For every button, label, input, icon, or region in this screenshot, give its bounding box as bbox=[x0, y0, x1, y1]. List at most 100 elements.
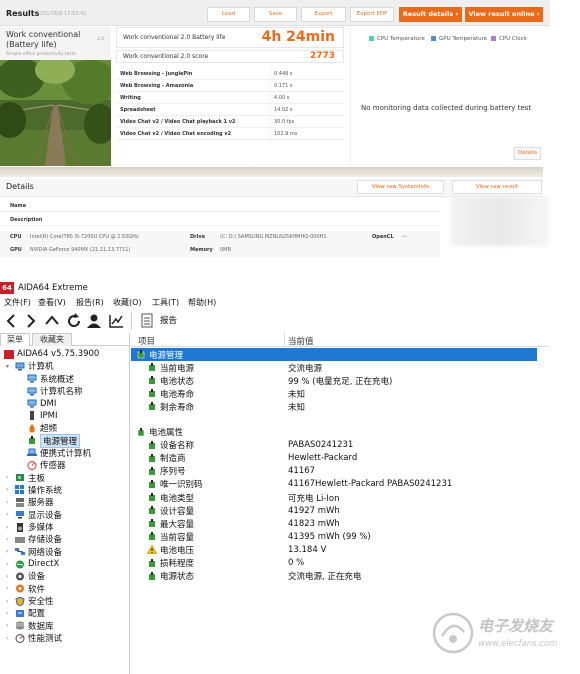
chevron-right-icon[interactable]: › bbox=[6, 635, 15, 642]
tree-item[interactable]: › 安全性 bbox=[6, 595, 54, 607]
tree-item[interactable]: 传感器 bbox=[27, 459, 66, 471]
detail-row[interactable]: 电池状态 99 % (电量充足, 正在充电) bbox=[131, 374, 537, 387]
chevron-right-icon[interactable]: › bbox=[6, 622, 15, 629]
tree-item[interactable]: › 配置 bbox=[6, 607, 45, 619]
chevron-right-icon[interactable]: › bbox=[6, 585, 15, 592]
subtest-value: 0.448 s bbox=[274, 71, 293, 77]
detail-item-value: 0 % bbox=[288, 558, 305, 568]
tree-item[interactable]: 计算机名称 bbox=[27, 385, 83, 397]
tree-item[interactable]: › 主板 bbox=[6, 472, 45, 484]
col-value-header[interactable]: 当前值 bbox=[288, 335, 314, 347]
chevron-right-icon[interactable]: › bbox=[6, 524, 15, 531]
tree-item[interactable]: IPMI bbox=[27, 410, 57, 422]
menu-file[interactable]: 文件(F) bbox=[4, 297, 31, 308]
result-details-button[interactable]: Result details › bbox=[399, 7, 462, 22]
battery-item-icon bbox=[149, 558, 155, 567]
detail-row[interactable]: 电池寿命 未知 bbox=[131, 387, 537, 400]
tree-item[interactable]: › 操作系统 bbox=[6, 484, 62, 496]
chevron-right-icon[interactable]: › bbox=[6, 474, 15, 481]
detail-row[interactable]: 设计容量 41927 mWh bbox=[131, 504, 537, 517]
splitter[interactable] bbox=[129, 333, 130, 674]
col-item-header[interactable]: 项目 bbox=[138, 335, 155, 347]
tree-item[interactable]: › 设备 bbox=[6, 570, 45, 582]
view-raw-result-button[interactable]: View raw result bbox=[452, 180, 542, 194]
detail-row[interactable]: 序列号 41167 bbox=[131, 465, 537, 478]
database-icon bbox=[16, 621, 24, 630]
tree-item[interactable]: 系统概述 bbox=[27, 373, 74, 385]
subtest-value: 30.0 fps bbox=[274, 119, 295, 125]
chart-icon[interactable] bbox=[108, 313, 124, 329]
detail-item-label: 最大容量 bbox=[160, 519, 195, 530]
refresh-icon[interactable] bbox=[66, 313, 82, 329]
chevron-right-icon[interactable]: › bbox=[6, 573, 15, 580]
report-button[interactable]: 报告 bbox=[160, 314, 177, 326]
chevron-right-icon[interactable]: › bbox=[6, 598, 15, 605]
group-header[interactable]: 电池属性 bbox=[131, 426, 537, 439]
save-button[interactable]: Save bbox=[254, 7, 297, 22]
detail-row[interactable]: 电源状态 交流电源, 正在充电 bbox=[131, 570, 537, 583]
details-header: Details View raw SystemInfo View raw res… bbox=[0, 179, 543, 197]
tree-item[interactable]: › 多媒体 bbox=[6, 521, 54, 533]
report-icon[interactable] bbox=[141, 313, 153, 328]
detail-row[interactable]: 剩余寿命 未知 bbox=[131, 400, 537, 413]
back-icon[interactable] bbox=[4, 313, 18, 329]
tree-item[interactable]: › 网络设备 bbox=[6, 546, 62, 558]
tree-item-label: 主板 bbox=[28, 473, 46, 484]
forward-icon[interactable] bbox=[24, 313, 38, 329]
legend-cpu-temp-label: CPU Temperature bbox=[377, 36, 425, 42]
detail-row[interactable]: 当前电源 交流电源 bbox=[131, 361, 537, 374]
chevron-right-icon[interactable]: › bbox=[6, 499, 15, 506]
load-button[interactable]: Load bbox=[207, 7, 250, 22]
chevron-right-icon[interactable]: › bbox=[6, 486, 15, 493]
laptop-icon bbox=[27, 448, 37, 457]
export-button[interactable]: Export bbox=[301, 7, 346, 22]
chevron-right-icon[interactable]: › bbox=[6, 511, 15, 518]
tree-item[interactable]: › DirectX bbox=[6, 558, 59, 570]
group-header[interactable]: 电源管理 bbox=[131, 348, 537, 361]
menu-help[interactable]: 帮助(H) bbox=[188, 297, 216, 308]
view-online-button[interactable]: View result online › bbox=[465, 7, 543, 22]
chevron-down-icon[interactable]: ▾ bbox=[6, 363, 15, 370]
menu-tools[interactable]: 工具(T) bbox=[152, 297, 179, 308]
details-button[interactable]: Details bbox=[514, 147, 541, 160]
export-pdf-button[interactable]: Export PDF bbox=[350, 7, 394, 22]
view-raw-sysinfo-button[interactable]: View raw SystemInfo bbox=[357, 180, 444, 194]
detail-row[interactable]: 设备名称 PABAS0241231 bbox=[131, 439, 537, 452]
tree-item[interactable]: › 服务器 bbox=[6, 496, 54, 508]
tab-menu[interactable]: 菜单 bbox=[0, 333, 30, 346]
cpu-label: CPU bbox=[10, 234, 22, 240]
detail-row[interactable]: 最大容量 41823 mWh bbox=[131, 517, 537, 530]
tree-item[interactable]: 电源管理 bbox=[27, 433, 81, 448]
menu-favorites[interactable]: 收藏(O) bbox=[113, 297, 142, 308]
detail-row[interactable]: 唯一识别码 41167Hewlett-Packard PABAS0241231 bbox=[131, 478, 537, 491]
menu-report[interactable]: 报告(R) bbox=[76, 297, 104, 308]
menu-view[interactable]: 查看(V) bbox=[38, 297, 66, 308]
detail-row[interactable]: 当前容量 41395 mWh (99 %) bbox=[131, 530, 537, 543]
detail-row[interactable]: 制造商 Hewlett-Packard bbox=[131, 452, 537, 465]
chevron-right-icon[interactable]: › bbox=[6, 548, 15, 555]
tree-item[interactable]: › 显示设备 bbox=[6, 509, 62, 521]
detail-row[interactable]: 损耗程度 0 % bbox=[131, 557, 537, 570]
chevron-right-icon[interactable]: › bbox=[6, 610, 15, 617]
tree-item[interactable]: › 存储设备 bbox=[6, 533, 62, 545]
up-icon[interactable] bbox=[44, 313, 60, 329]
tree-item[interactable]: 超频 bbox=[27, 422, 57, 434]
tree-item[interactable]: › 软件 bbox=[6, 583, 45, 595]
tree-item[interactable]: AIDA64 v5.75.3900 bbox=[4, 348, 99, 360]
chevron-right-icon[interactable]: › bbox=[6, 536, 15, 543]
tree-item[interactable]: ▾ 计算机 bbox=[6, 360, 54, 372]
tree-item-label: 安全性 bbox=[28, 597, 54, 608]
detail-row[interactable]: 电池电压 13.184 V bbox=[131, 543, 537, 556]
tree-item[interactable]: 便携式计算机 bbox=[27, 447, 91, 459]
detail-row[interactable]: 电池类型 可充电 Li-Ion bbox=[131, 491, 537, 504]
detail-item-label: 唯一识别码 bbox=[160, 480, 203, 491]
tab-favorites[interactable]: 收藏夹 bbox=[32, 333, 72, 346]
monitor-icon bbox=[27, 399, 37, 408]
tree-item[interactable]: › 性能测试 bbox=[6, 632, 62, 644]
tree-item-label: 数据库 bbox=[28, 621, 54, 632]
tree-item[interactable]: › 数据库 bbox=[6, 620, 54, 632]
tree-item[interactable]: DMI bbox=[27, 397, 56, 409]
detail-item-value: 未知 bbox=[288, 402, 306, 413]
chevron-right-icon[interactable]: › bbox=[6, 561, 15, 568]
user-icon[interactable] bbox=[86, 313, 102, 329]
